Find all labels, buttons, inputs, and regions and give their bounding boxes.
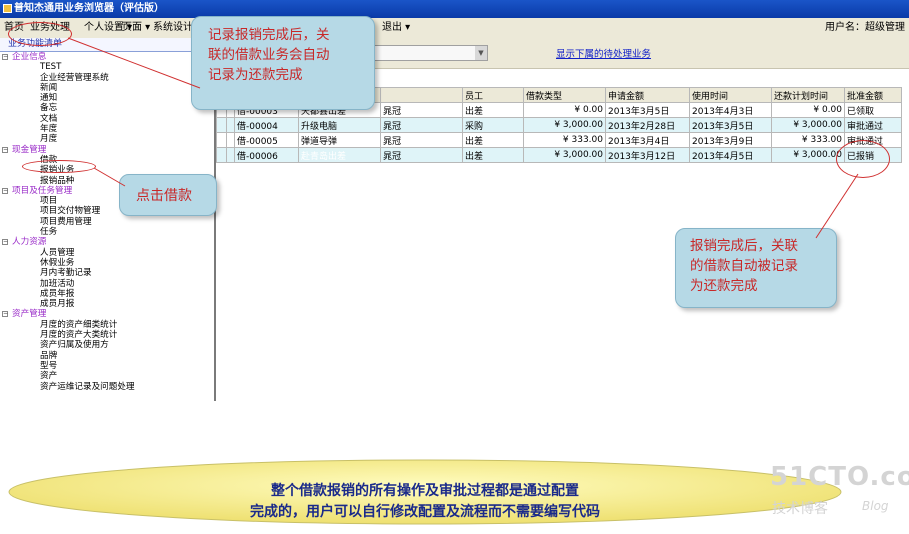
- watermark-sub: 技术博客: [772, 501, 828, 517]
- watermark-blog: Blog: [862, 499, 889, 513]
- watermark-logo: 51CTO.com 技术博客 Blog: [770, 462, 909, 522]
- banner-line-1: 整个借款报销的所有操作及审批过程都是通过配置: [271, 483, 579, 499]
- watermark-main: 51CTO.com: [770, 462, 909, 492]
- summary-banner: 整个借款报销的所有操作及审批过程都是通过配置 完成的，用户可以自行修改配置及流程…: [6, 454, 844, 526]
- banner-line-2: 完成的，用户可以自行修改配置及流程而不需要编写代码: [250, 504, 600, 520]
